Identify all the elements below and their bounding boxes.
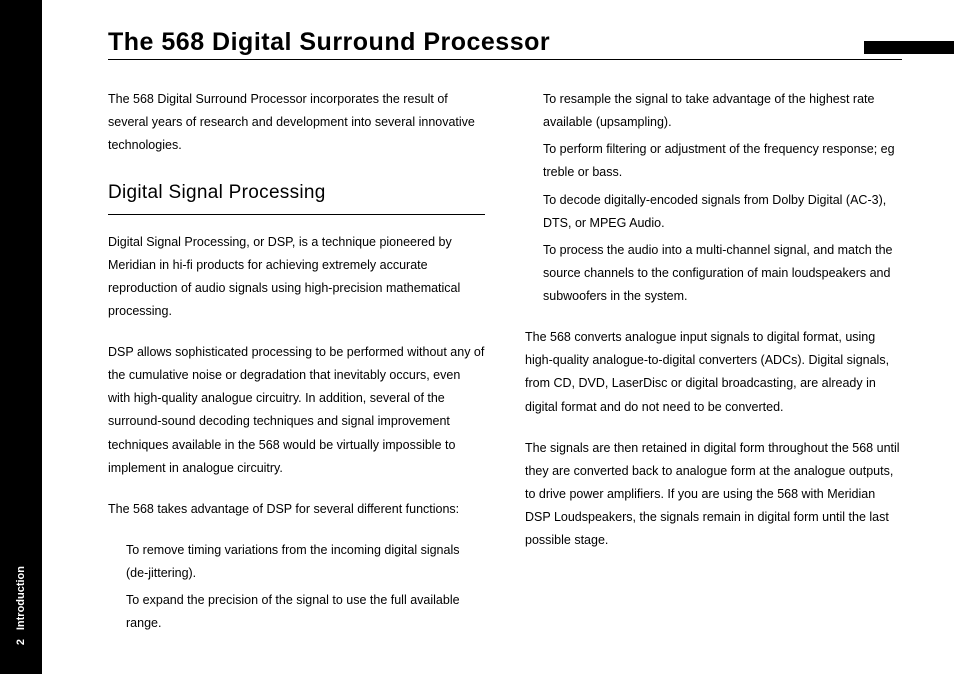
function-list-right: To resample the signal to take advantage… bbox=[525, 88, 902, 308]
sidebar-page-number: 2 bbox=[15, 639, 27, 645]
left-column: The 568 Digital Surround Processor incor… bbox=[108, 88, 485, 639]
function-item-1: To remove timing variations from the inc… bbox=[126, 539, 485, 585]
right-paragraph-1: The 568 converts analogue input signals … bbox=[525, 326, 902, 419]
right-paragraph-2: The signals are then retained in digital… bbox=[525, 437, 902, 553]
dsp-paragraph-2: DSP allows sophisticated processing to b… bbox=[108, 341, 485, 480]
intro-paragraph: The 568 Digital Surround Processor incor… bbox=[108, 88, 485, 157]
page-content: The 568 Digital Surround Processor The 5… bbox=[42, 0, 954, 674]
function-item-5: To decode digitally-encoded signals from… bbox=[543, 189, 902, 235]
function-item-2: To expand the precision of the signal to… bbox=[126, 589, 485, 635]
dsp-paragraph-3: The 568 takes advantage of DSP for sever… bbox=[108, 498, 485, 521]
sidebar-black-bar: Introduction 2 bbox=[0, 0, 42, 674]
dsp-paragraph-1: Digital Signal Processing, or DSP, is a … bbox=[108, 231, 485, 324]
page-title: The 568 Digital Surround Processor bbox=[108, 28, 550, 57]
sub-heading-dsp: Digital Signal Processing bbox=[108, 175, 485, 214]
sidebar-section: Introduction bbox=[15, 566, 27, 630]
title-bar: The 568 Digital Surround Processor bbox=[108, 28, 902, 60]
right-column: To resample the signal to take advantage… bbox=[525, 88, 902, 639]
function-list-left: To remove timing variations from the inc… bbox=[108, 539, 485, 636]
sidebar-label: Introduction 2 bbox=[0, 566, 42, 654]
two-column-layout: The 568 Digital Surround Processor incor… bbox=[108, 88, 902, 639]
function-item-3: To resample the signal to take advantage… bbox=[543, 88, 902, 134]
title-accent-block bbox=[864, 41, 954, 54]
function-item-4: To perform filtering or adjustment of th… bbox=[543, 138, 902, 184]
function-item-6: To process the audio into a multi-channe… bbox=[543, 239, 902, 308]
